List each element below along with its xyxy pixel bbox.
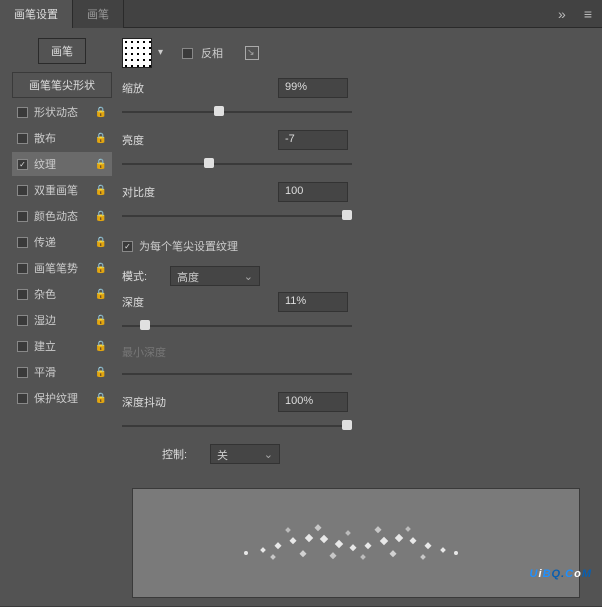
chevron-down-icon: ⌄ (244, 270, 253, 283)
watermark: UiBQ.CoM (530, 560, 592, 583)
lock-icon[interactable]: 🔒 (95, 210, 107, 222)
sidebar-item-texture[interactable]: 纹理 🔒 (12, 152, 112, 176)
brush-preview (132, 488, 580, 598)
lock-icon[interactable]: 🔒 (95, 236, 107, 248)
sidebar-item-label: 传递 (34, 234, 89, 250)
sidebar-item-noise[interactable]: 杂色 🔒 (12, 282, 112, 306)
slider-thumb[interactable] (140, 320, 150, 330)
mode-select[interactable]: 高度 ⌄ (170, 266, 260, 286)
scale-slider[interactable] (122, 106, 352, 118)
panel-menu-icon[interactable]: ≡ (574, 6, 602, 22)
invert-checkbox[interactable] (182, 48, 193, 59)
min-depth-label: 最小深度 (122, 344, 202, 360)
sidebar-item-label: 形状动态 (34, 104, 89, 120)
checkbox-icon[interactable] (17, 159, 28, 170)
sidebar-item-dual-brush[interactable]: 双重画笔 🔒 (12, 178, 112, 202)
sidebar-item-scattering[interactable]: 散布 🔒 (12, 126, 112, 150)
lock-icon[interactable]: 🔒 (95, 132, 107, 144)
chevron-down-icon: ⌄ (264, 448, 273, 461)
depth-jitter-label: 深度抖动 (122, 394, 202, 410)
lock-icon[interactable]: 🔒 (95, 106, 107, 118)
control-value: 关 (217, 450, 228, 462)
sidebar-item-transfer[interactable]: 传递 🔒 (12, 230, 112, 254)
sidebar-item-label: 散布 (34, 130, 89, 146)
tab-brush-settings[interactable]: 画笔设置 (0, 0, 73, 28)
contrast-slider[interactable] (122, 210, 352, 222)
texture-each-tip-checkbox[interactable] (122, 241, 133, 252)
brush-options-sidebar: 画笔 画笔笔尖形状 形状动态 🔒 散布 🔒 纹理 🔒 双重画笔 🔒 (12, 38, 112, 598)
checkbox-icon[interactable] (17, 367, 28, 378)
checkbox-icon[interactable] (17, 315, 28, 326)
lock-icon[interactable]: 🔒 (95, 184, 107, 196)
sidebar-item-wet-edges[interactable]: 湿边 🔒 (12, 308, 112, 332)
sidebar-item-label: 纹理 (34, 156, 89, 172)
pattern-picker[interactable] (122, 38, 152, 68)
depth-jitter-slider[interactable] (122, 420, 352, 432)
lock-icon[interactable]: 🔒 (95, 288, 107, 300)
slider-thumb[interactable] (342, 420, 352, 430)
brush-presets-button[interactable]: 画笔 (38, 38, 86, 64)
sidebar-item-label: 平滑 (34, 364, 89, 380)
brush-stroke-preview-icon (226, 503, 486, 583)
checkbox-icon[interactable] (17, 289, 28, 300)
sidebar-item-smoothing[interactable]: 平滑 🔒 (12, 360, 112, 384)
control-label: 控制: (162, 446, 202, 462)
sidebar-item-label: 湿边 (34, 312, 89, 328)
scale-value[interactable]: 99% (278, 78, 348, 98)
control-select[interactable]: 关 ⌄ (210, 444, 280, 464)
brightness-label: 亮度 (122, 132, 202, 148)
lock-icon[interactable]: 🔒 (95, 314, 107, 326)
mode-label: 模式: (122, 268, 162, 284)
tab-brush[interactable]: 画笔 (73, 0, 124, 28)
sidebar-item-label: 颜色动态 (34, 208, 89, 224)
depth-value[interactable]: 11% (278, 292, 348, 312)
depth-label: 深度 (122, 294, 202, 310)
invert-label: 反相 (201, 45, 223, 61)
scale-label: 缩放 (122, 80, 202, 96)
sidebar-item-label: 保护纹理 (34, 390, 89, 406)
checkbox-icon[interactable] (17, 341, 28, 352)
contrast-label: 对比度 (122, 184, 202, 200)
sidebar-brush-tip-shape[interactable]: 画笔笔尖形状 (12, 72, 112, 98)
mode-value: 高度 (177, 272, 199, 284)
lock-icon[interactable]: 🔒 (95, 340, 107, 352)
min-depth-slider (122, 368, 352, 380)
checkbox-icon[interactable] (17, 185, 28, 196)
slider-thumb[interactable] (204, 158, 214, 168)
sidebar-item-color-dynamics[interactable]: 颜色动态 🔒 (12, 204, 112, 228)
sidebar-item-label: 建立 (34, 338, 89, 354)
lock-icon[interactable]: 🔒 (95, 262, 107, 274)
checkbox-icon[interactable] (17, 133, 28, 144)
sidebar-item-label: 杂色 (34, 286, 89, 302)
depth-jitter-value[interactable]: 100% (278, 392, 348, 412)
checkbox-icon[interactable] (17, 393, 28, 404)
lock-icon[interactable]: 🔒 (95, 158, 107, 170)
tab-bar: 画笔设置 画笔 » ≡ (0, 0, 602, 28)
lock-icon[interactable]: 🔒 (95, 366, 107, 378)
sidebar-item-brush-pose[interactable]: 画笔笔势 🔒 (12, 256, 112, 280)
checkbox-icon[interactable] (17, 263, 28, 274)
brightness-slider[interactable] (122, 158, 352, 170)
checkbox-icon[interactable] (17, 211, 28, 222)
brightness-value[interactable]: -7 (278, 130, 348, 150)
texture-settings: 反相 缩放 99% 亮度 -7 对比度 100 (122, 38, 590, 598)
new-preset-icon[interactable] (245, 46, 259, 60)
checkbox-icon[interactable] (17, 237, 28, 248)
checkbox-icon[interactable] (17, 107, 28, 118)
sidebar-item-label: 画笔笔势 (34, 260, 89, 276)
contrast-value[interactable]: 100 (278, 182, 348, 202)
sidebar-item-shape-dynamics[interactable]: 形状动态 🔒 (12, 100, 112, 124)
sidebar-item-protect-texture[interactable]: 保护纹理 🔒 (12, 386, 112, 410)
sidebar-item-build-up[interactable]: 建立 🔒 (12, 334, 112, 358)
texture-each-tip-label: 为每个笔尖设置纹理 (139, 238, 238, 254)
slider-thumb[interactable] (342, 210, 352, 220)
collapse-chevrons-icon[interactable]: » (550, 6, 574, 22)
depth-slider[interactable] (122, 320, 352, 332)
sidebar-item-label: 双重画笔 (34, 182, 89, 198)
lock-icon[interactable]: 🔒 (95, 392, 107, 404)
